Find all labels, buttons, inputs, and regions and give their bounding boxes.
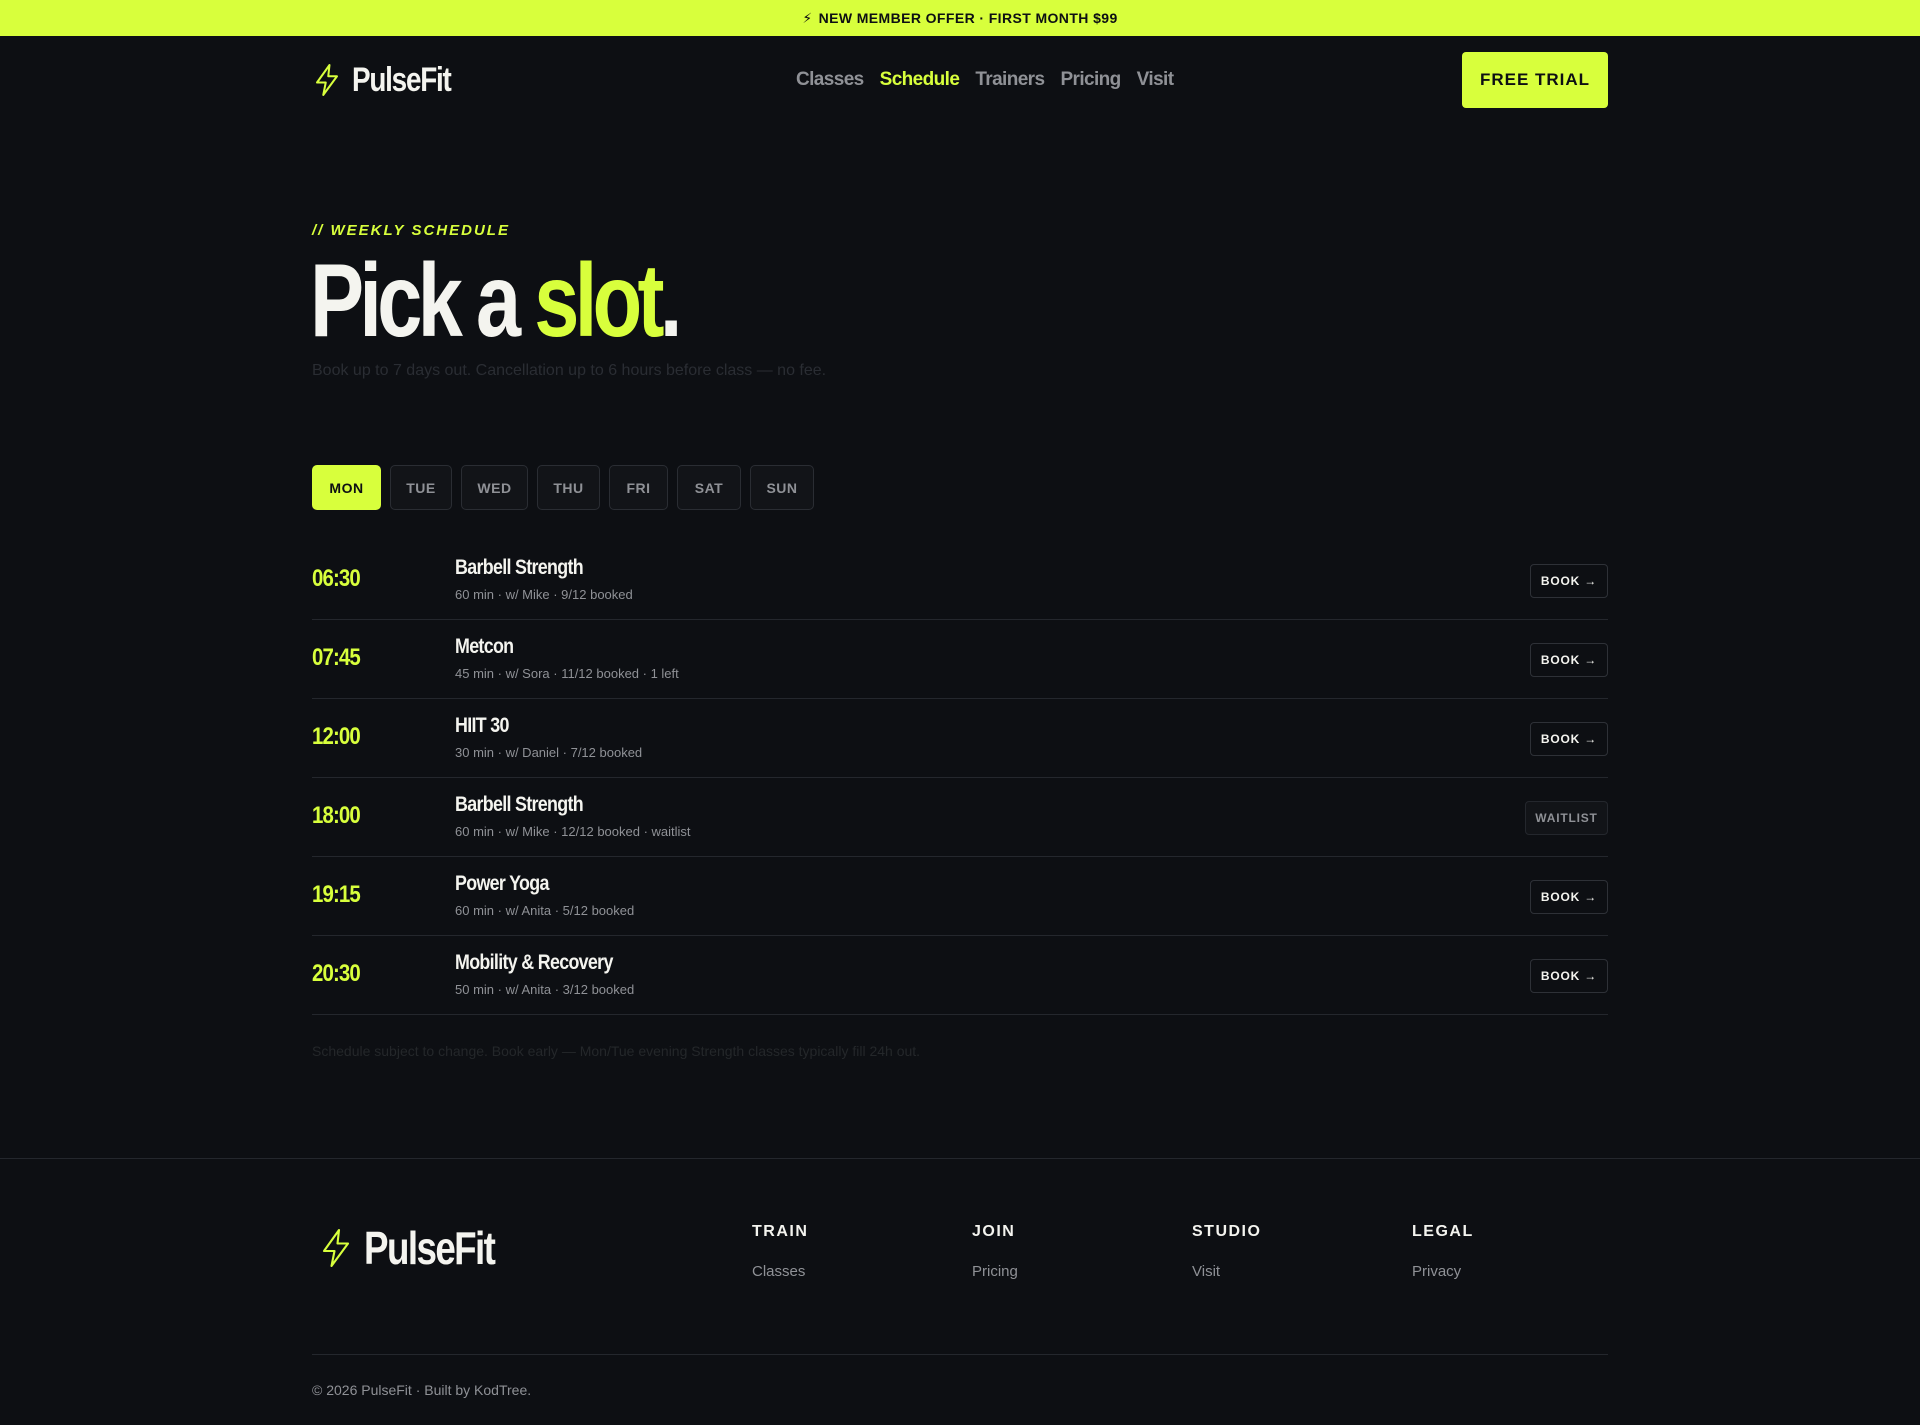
- class-meta: 60 min · w/ Mike · 12/12 booked · waitli…: [455, 824, 691, 839]
- brand-name: PulseFit: [352, 60, 452, 99]
- class-time: 07:45: [312, 644, 361, 671]
- class-time: 06:30: [312, 565, 361, 592]
- bolt-icon: [322, 1228, 350, 1268]
- nav-item-visit[interactable]: Visit: [1137, 69, 1174, 91]
- footer-link-classes[interactable]: Classes: [752, 1263, 808, 1280]
- promo-banner[interactable]: ⚡ NEW MEMBER OFFER · FIRST MONTH $99: [0, 0, 1920, 36]
- footer-link-visit[interactable]: Visit: [1192, 1263, 1261, 1280]
- nav-item-classes[interactable]: Classes: [796, 69, 864, 91]
- copyright: © 2026 PulseFit · Built by KodTree.: [312, 1382, 532, 1398]
- schedule-list: 06:30 Barbell Strength 60 min · w/ Mike …: [312, 541, 1608, 1015]
- promo-banner-text: NEW MEMBER OFFER · FIRST MONTH $99: [818, 10, 1118, 26]
- nav-item-trainers[interactable]: Trainers: [975, 69, 1045, 91]
- class-name: Metcon: [455, 635, 514, 658]
- footer-bottom-divider: [312, 1354, 1608, 1355]
- footer-heading: STUDIO: [1192, 1223, 1262, 1240]
- class-name: Power Yoga: [455, 872, 549, 895]
- main-nav: Classes Schedule Trainers Pricing Visit: [796, 66, 1174, 94]
- schedule-row: 06:30 Barbell Strength 60 min · w/ Mike …: [312, 541, 1608, 620]
- book-button[interactable]: BOOK →: [1530, 643, 1608, 677]
- brand-logo[interactable]: PulseFit: [312, 56, 472, 104]
- class-meta: 45 min · w/ Sora · 11/12 booked · 1 left: [455, 666, 679, 681]
- section-eyebrow: // WEEKLY SCHEDULE: [312, 222, 510, 239]
- footer-link-pricing[interactable]: Pricing: [972, 1263, 1018, 1280]
- footer-column-studio: STUDIO Visit: [1192, 1223, 1261, 1280]
- book-button[interactable]: BOOK →: [1530, 959, 1608, 993]
- footer-heading: TRAIN: [752, 1223, 809, 1240]
- schedule-note: Schedule subject to change. Book early —…: [312, 1043, 921, 1059]
- tab-wed[interactable]: WED: [461, 465, 528, 510]
- class-time: 18:00: [312, 802, 361, 829]
- tab-sat[interactable]: SAT: [677, 465, 741, 510]
- class-time: 20:30: [312, 960, 361, 987]
- class-name: Barbell Strength: [455, 793, 584, 816]
- footer-heading: JOIN: [972, 1223, 1016, 1240]
- schedule-row: 19:15 Power Yoga 60 min · w/ Anita · 5/1…: [312, 857, 1608, 936]
- class-time: 12:00: [312, 723, 361, 750]
- page-title: Pick a slot.: [310, 243, 683, 359]
- tab-tue[interactable]: TUE: [390, 465, 452, 510]
- book-button[interactable]: BOOK →: [1530, 564, 1608, 598]
- bolt-icon: [316, 64, 338, 96]
- footer-link-privacy[interactable]: Privacy: [1412, 1263, 1474, 1280]
- free-trial-button[interactable]: FREE TRIAL: [1462, 52, 1608, 108]
- schedule-row: 18:00 Barbell Strength 60 min · w/ Mike …: [312, 778, 1608, 857]
- class-name: Mobility & Recovery: [455, 951, 613, 974]
- schedule-row: 12:00 HIIT 30 30 min · w/ Daniel · 7/12 …: [312, 699, 1608, 778]
- class-time: 19:15: [312, 881, 361, 908]
- footer-column-legal: LEGAL Privacy: [1412, 1223, 1474, 1280]
- class-meta: 60 min · w/ Mike · 9/12 booked: [455, 587, 633, 602]
- schedule-row: 20:30 Mobility & Recovery 50 min · w/ An…: [312, 936, 1608, 1015]
- tab-mon[interactable]: MON: [312, 465, 381, 510]
- footer-column-train: TRAIN Classes: [752, 1223, 808, 1280]
- class-meta: 30 min · w/ Daniel · 7/12 booked: [455, 745, 643, 760]
- book-button[interactable]: BOOK →: [1530, 722, 1608, 756]
- bolt-icon: ⚡: [802, 9, 813, 26]
- tab-fri[interactable]: FRI: [609, 465, 668, 510]
- class-meta: 50 min · w/ Anita · 3/12 booked: [455, 982, 635, 997]
- waitlist-button[interactable]: WAITLIST: [1525, 801, 1608, 835]
- class-name: Barbell Strength: [455, 556, 584, 579]
- headline-end: .: [659, 243, 683, 359]
- headline-part: Pick a: [310, 243, 535, 359]
- footer-brand-name: PulseFit: [364, 1222, 496, 1274]
- footer-logo[interactable]: PulseFit: [318, 1222, 527, 1274]
- headline-accent: slot: [534, 243, 664, 359]
- footer-column-join: JOIN Pricing: [972, 1223, 1018, 1280]
- footer-divider: [0, 1158, 1920, 1159]
- tab-sun[interactable]: SUN: [750, 465, 814, 510]
- footer-heading: LEGAL: [1412, 1223, 1474, 1240]
- class-meta: 60 min · w/ Anita · 5/12 booked: [455, 903, 635, 918]
- nav-item-schedule[interactable]: Schedule: [880, 69, 960, 91]
- day-tabs: MON TUE WED THU FRI SAT SUN: [312, 465, 814, 510]
- book-button[interactable]: BOOK →: [1530, 880, 1608, 914]
- nav-item-pricing[interactable]: Pricing: [1060, 69, 1121, 91]
- page-subtitle: Book up to 7 days out. Cancellation up t…: [312, 362, 827, 379]
- class-name: HIIT 30: [455, 714, 509, 737]
- tab-thu[interactable]: THU: [537, 465, 600, 510]
- schedule-row: 07:45 Metcon 45 min · w/ Sora · 11/12 bo…: [312, 620, 1608, 699]
